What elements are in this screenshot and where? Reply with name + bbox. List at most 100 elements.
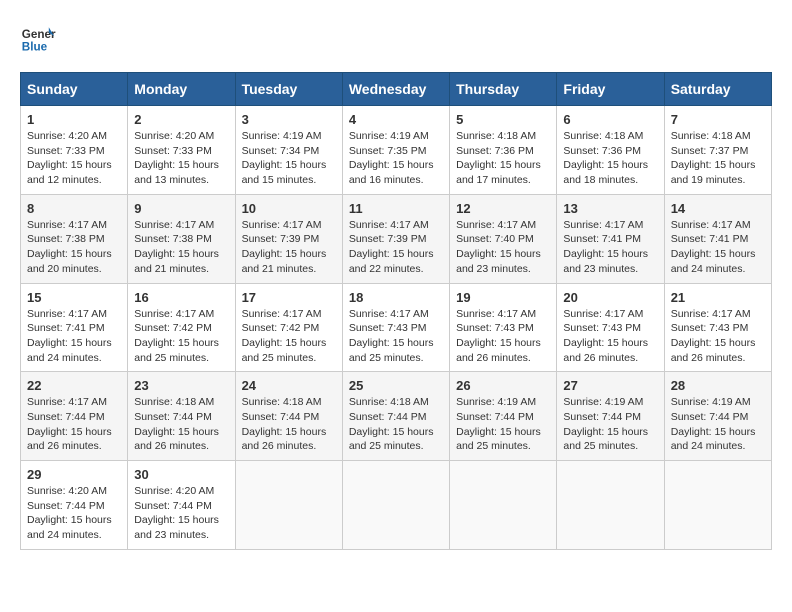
day-number: 7 (671, 112, 765, 127)
day-number: 13 (563, 201, 657, 216)
day-info: Sunrise: 4:17 AM Sunset: 7:42 PM Dayligh… (242, 307, 336, 366)
weekday-header-wednesday: Wednesday (342, 73, 449, 106)
calendar-cell: 15 Sunrise: 4:17 AM Sunset: 7:41 PM Dayli… (21, 283, 128, 372)
day-info: Sunrise: 4:20 AM Sunset: 7:33 PM Dayligh… (27, 129, 121, 188)
calendar-cell: 26Sunrise: 4:19 AM Sunset: 7:44 PM Dayli… (450, 372, 557, 461)
day-info: Sunrise: 4:18 AM Sunset: 7:37 PM Dayligh… (671, 129, 765, 188)
day-number: 30 (134, 467, 228, 482)
day-number: 17 (242, 290, 336, 305)
weekday-header-tuesday: Tuesday (235, 73, 342, 106)
calendar-cell: 21 Sunrise: 4:17 AM Sunset: 7:43 PM Dayli… (664, 283, 771, 372)
logo-icon: General Blue (20, 20, 56, 56)
weekday-header-saturday: Saturday (664, 73, 771, 106)
day-info: Sunrise: 4:20 AM Sunset: 7:33 PM Dayligh… (134, 129, 228, 188)
calendar-cell (450, 461, 557, 550)
calendar-cell: 24 Sunrise: 4:18 AM Sunset: 7:44 PM Dayli… (235, 372, 342, 461)
day-number: 29 (27, 467, 121, 482)
logo: General Blue (20, 20, 62, 56)
day-number: 5 (456, 112, 550, 127)
day-number: 16 (134, 290, 228, 305)
day-info: Sunrise: 4:19 AM Sunset: 7:44 PM Dayligh… (563, 395, 657, 454)
day-number: 15 (27, 290, 121, 305)
day-number: 9 (134, 201, 228, 216)
day-number: 20 (563, 290, 657, 305)
day-number: 27 (563, 378, 657, 393)
calendar-cell: 1 Sunrise: 4:20 AM Sunset: 7:33 PM Daylig… (21, 106, 128, 195)
day-number: 19 (456, 290, 550, 305)
day-info: Sunrise: 4:19 AM Sunset: 7:35 PM Dayligh… (349, 129, 443, 188)
calendar-cell: 28 Sunrise: 4:19 AM Sunset: 7:44 PM Dayli… (664, 372, 771, 461)
day-info: Sunrise: 4:17 AM Sunset: 7:42 PM Dayligh… (134, 307, 228, 366)
day-number: 1 (27, 112, 121, 127)
day-number: 8 (27, 201, 121, 216)
day-number: 25 (349, 378, 443, 393)
weekday-header-monday: Monday (128, 73, 235, 106)
calendar-cell: 14 Sunrise: 4:17 AM Sunset: 7:41 PM Dayli… (664, 194, 771, 283)
calendar-cell: 20 Sunrise: 4:17 AM Sunset: 7:43 PM Dayli… (557, 283, 664, 372)
calendar-cell: 10 Sunrise: 4:17 AM Sunset: 7:39 PM Dayli… (235, 194, 342, 283)
calendar-cell: 4 Sunrise: 4:19 AM Sunset: 7:35 PM Daylig… (342, 106, 449, 195)
calendar-cell: 2Sunrise: 4:20 AM Sunset: 7:33 PM Daylig… (128, 106, 235, 195)
day-info: Sunrise: 4:17 AM Sunset: 7:41 PM Dayligh… (671, 218, 765, 277)
calendar-table: SundayMondayTuesdayWednesdayThursdayFrid… (20, 72, 772, 550)
header: General Blue (20, 20, 772, 56)
calendar-cell (557, 461, 664, 550)
day-number: 4 (349, 112, 443, 127)
day-number: 10 (242, 201, 336, 216)
calendar-cell: 23 Sunrise: 4:18 AM Sunset: 7:44 PM Dayli… (128, 372, 235, 461)
day-info: Sunrise: 4:17 AM Sunset: 7:41 PM Dayligh… (27, 307, 121, 366)
day-number: 23 (134, 378, 228, 393)
day-info: Sunrise: 4:17 AM Sunset: 7:43 PM Dayligh… (456, 307, 550, 366)
day-number: 11 (349, 201, 443, 216)
day-info: Sunrise: 4:17 AM Sunset: 7:41 PM Dayligh… (563, 218, 657, 277)
calendar-cell: 9 Sunrise: 4:17 AM Sunset: 7:38 PM Daylig… (128, 194, 235, 283)
calendar-cell: 29 Sunrise: 4:20 AM Sunset: 7:44 PM Dayli… (21, 461, 128, 550)
day-number: 12 (456, 201, 550, 216)
calendar-cell: 16 Sunrise: 4:17 AM Sunset: 7:42 PM Dayli… (128, 283, 235, 372)
day-number: 18 (349, 290, 443, 305)
calendar-cell: 11 Sunrise: 4:17 AM Sunset: 7:39 PM Dayli… (342, 194, 449, 283)
calendar-cell: 18Sunrise: 4:17 AM Sunset: 7:43 PM Dayli… (342, 283, 449, 372)
calendar-cell: 30 Sunrise: 4:20 AM Sunset: 7:44 PM Dayli… (128, 461, 235, 550)
day-number: 24 (242, 378, 336, 393)
day-number: 21 (671, 290, 765, 305)
calendar-cell: 12 Sunrise: 4:17 AM Sunset: 7:40 PM Dayli… (450, 194, 557, 283)
day-info: Sunrise: 4:20 AM Sunset: 7:44 PM Dayligh… (134, 484, 228, 543)
weekday-header-thursday: Thursday (450, 73, 557, 106)
day-info: Sunrise: 4:19 AM Sunset: 7:34 PM Dayligh… (242, 129, 336, 188)
calendar-cell: 19 Sunrise: 4:17 AM Sunset: 7:43 PM Dayli… (450, 283, 557, 372)
day-number: 14 (671, 201, 765, 216)
day-info: Sunrise: 4:20 AM Sunset: 7:44 PM Dayligh… (27, 484, 121, 543)
calendar-cell (235, 461, 342, 550)
calendar-cell (342, 461, 449, 550)
calendar-cell: 27 Sunrise: 4:19 AM Sunset: 7:44 PM Dayli… (557, 372, 664, 461)
calendar-cell: 6Sunrise: 4:18 AM Sunset: 7:36 PM Daylig… (557, 106, 664, 195)
day-info: Sunrise: 4:17 AM Sunset: 7:39 PM Dayligh… (349, 218, 443, 277)
day-info: Sunrise: 4:19 AM Sunset: 7:44 PM Dayligh… (456, 395, 550, 454)
day-info: Sunrise: 4:18 AM Sunset: 7:44 PM Dayligh… (349, 395, 443, 454)
calendar-cell: 22 Sunrise: 4:17 AM Sunset: 7:44 PM Dayli… (21, 372, 128, 461)
day-info: Sunrise: 4:17 AM Sunset: 7:38 PM Dayligh… (27, 218, 121, 277)
day-info: Sunrise: 4:17 AM Sunset: 7:38 PM Dayligh… (134, 218, 228, 277)
svg-text:Blue: Blue (22, 41, 48, 54)
day-number: 22 (27, 378, 121, 393)
day-info: Sunrise: 4:17 AM Sunset: 7:44 PM Dayligh… (27, 395, 121, 454)
svg-text:General: General (22, 28, 56, 41)
day-number: 28 (671, 378, 765, 393)
day-info: Sunrise: 4:18 AM Sunset: 7:36 PM Dayligh… (563, 129, 657, 188)
calendar-cell: 8 Sunrise: 4:17 AM Sunset: 7:38 PM Daylig… (21, 194, 128, 283)
day-info: Sunrise: 4:17 AM Sunset: 7:43 PM Dayligh… (563, 307, 657, 366)
calendar-cell: 3 Sunrise: 4:19 AM Sunset: 7:34 PM Daylig… (235, 106, 342, 195)
day-number: 3 (242, 112, 336, 127)
calendar-cell: 5 Sunrise: 4:18 AM Sunset: 7:36 PM Daylig… (450, 106, 557, 195)
day-info: Sunrise: 4:18 AM Sunset: 7:44 PM Dayligh… (134, 395, 228, 454)
day-info: Sunrise: 4:17 AM Sunset: 7:43 PM Dayligh… (671, 307, 765, 366)
day-info: Sunrise: 4:17 AM Sunset: 7:40 PM Dayligh… (456, 218, 550, 277)
calendar-cell: 17 Sunrise: 4:17 AM Sunset: 7:42 PM Dayli… (235, 283, 342, 372)
day-info: Sunrise: 4:18 AM Sunset: 7:44 PM Dayligh… (242, 395, 336, 454)
day-info: Sunrise: 4:17 AM Sunset: 7:39 PM Dayligh… (242, 218, 336, 277)
calendar-cell: 7 Sunrise: 4:18 AM Sunset: 7:37 PM Daylig… (664, 106, 771, 195)
weekday-header-friday: Friday (557, 73, 664, 106)
day-info: Sunrise: 4:19 AM Sunset: 7:44 PM Dayligh… (671, 395, 765, 454)
day-info: Sunrise: 4:18 AM Sunset: 7:36 PM Dayligh… (456, 129, 550, 188)
